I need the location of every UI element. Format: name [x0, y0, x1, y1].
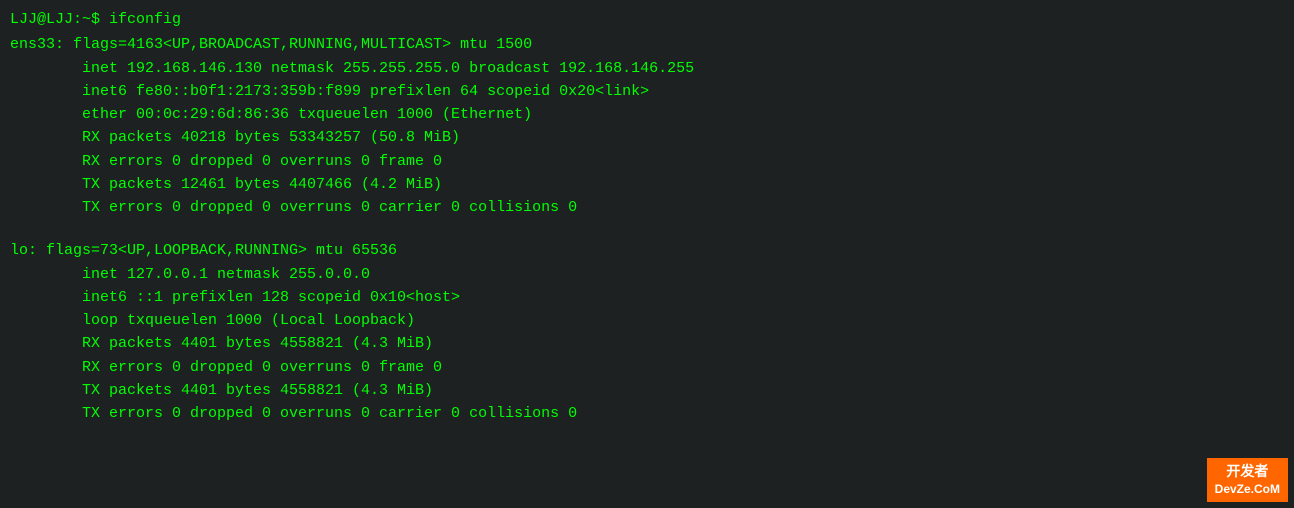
- ens33-line-2: inet6 fe80::b0f1:2173:359b:f899 prefixle…: [10, 80, 1284, 103]
- watermark-en: DevZe.CoM: [1215, 481, 1280, 498]
- lo-header: lo: flags=73<UP,LOOPBACK,RUNNING> mtu 65…: [10, 239, 1284, 262]
- lo-line-7: TX errors 0 dropped 0 overruns 0 carrier…: [10, 402, 1284, 425]
- lo-line-2: inet6 ::1 prefixlen 128 scopeid 0x10<hos…: [10, 286, 1284, 309]
- prompt-user: LJJ@LJJ:~$ ifconfig: [10, 11, 181, 28]
- ens33-line-1: inet 192.168.146.130 netmask 255.255.255…: [10, 57, 1284, 80]
- ens33-line-3: ether 00:0c:29:6d:86:36 txqueuelen 1000 …: [10, 103, 1284, 126]
- lo-line-5: RX errors 0 dropped 0 overruns 0 frame 0: [10, 356, 1284, 379]
- lo-line-3: loop txqueuelen 1000 (Local Loopback): [10, 309, 1284, 332]
- lo-block: lo: flags=73<UP,LOOPBACK,RUNNING> mtu 65…: [10, 239, 1284, 425]
- ens33-header: ens33: flags=4163<UP,BROADCAST,RUNNING,M…: [10, 33, 1284, 56]
- watermark: 开发者 DevZe.CoM: [1207, 458, 1288, 502]
- watermark-cn: 开发者: [1215, 462, 1280, 482]
- lo-line-4: RX packets 4401 bytes 4558821 (4.3 MiB): [10, 332, 1284, 355]
- blank-line-1: [10, 219, 1284, 237]
- ens33-line-7: TX errors 0 dropped 0 overruns 0 carrier…: [10, 196, 1284, 219]
- terminal-window: LJJ@LJJ:~$ ifconfig ens33: flags=4163<UP…: [0, 0, 1294, 433]
- ens33-line-6: TX packets 12461 bytes 4407466 (4.2 MiB): [10, 173, 1284, 196]
- prompt-line: LJJ@LJJ:~$ ifconfig: [10, 8, 1284, 31]
- ens33-block: ens33: flags=4163<UP,BROADCAST,RUNNING,M…: [10, 33, 1284, 219]
- lo-line-6: TX packets 4401 bytes 4558821 (4.3 MiB): [10, 379, 1284, 402]
- lo-line-1: inet 127.0.0.1 netmask 255.0.0.0: [10, 263, 1284, 286]
- ens33-line-5: RX errors 0 dropped 0 overruns 0 frame 0: [10, 150, 1284, 173]
- ens33-line-4: RX packets 40218 bytes 53343257 (50.8 Mi…: [10, 126, 1284, 149]
